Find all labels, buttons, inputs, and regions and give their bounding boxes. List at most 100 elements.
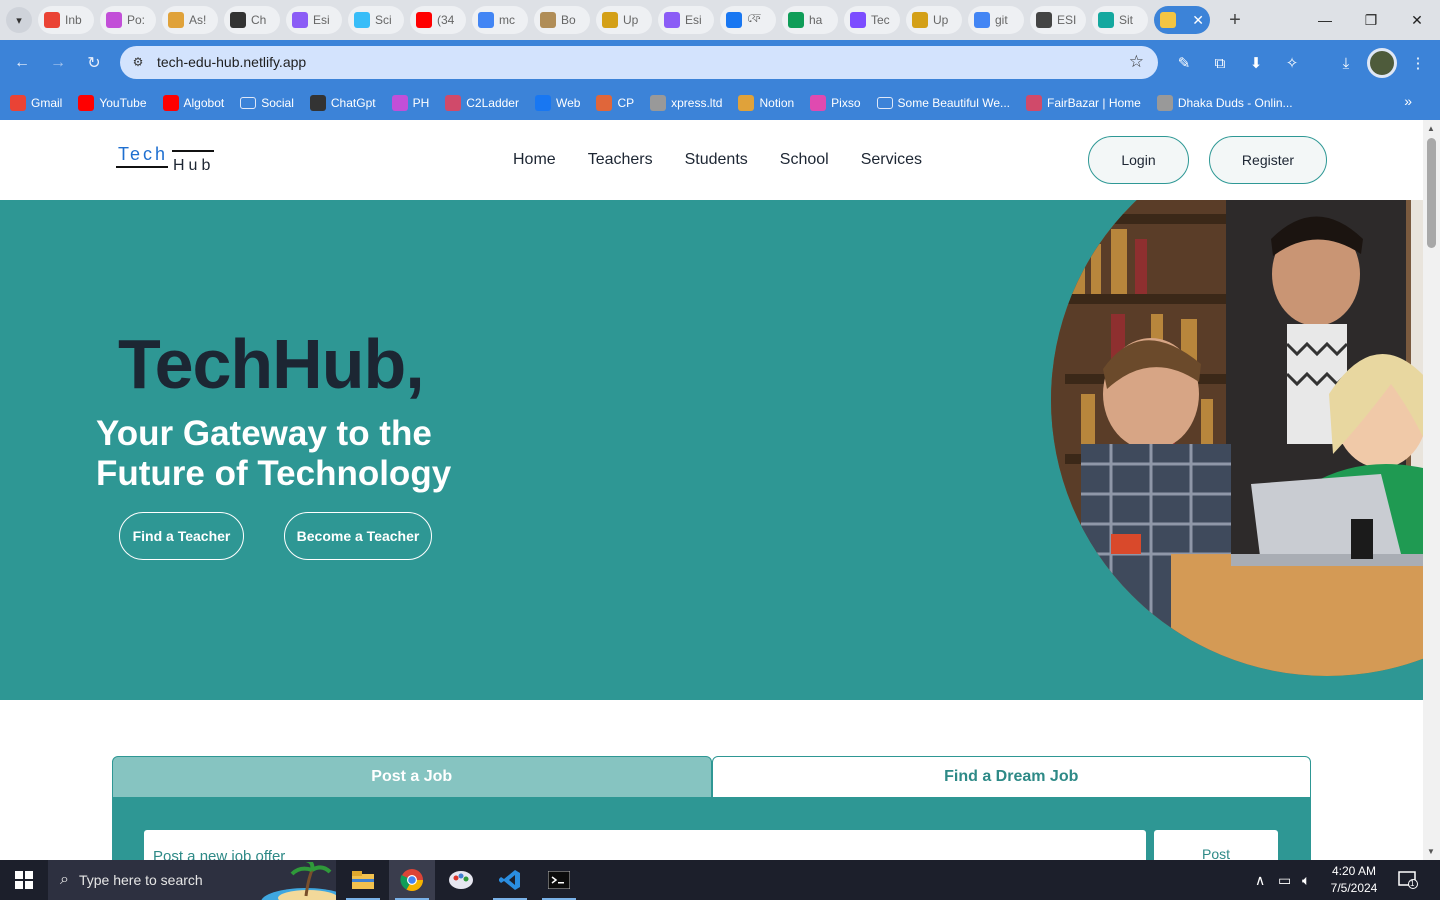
terminal-icon[interactable] <box>536 860 582 900</box>
nav-teachers[interactable]: Teachers <box>588 151 653 169</box>
minimize-button[interactable]: — <box>1302 0 1348 40</box>
close-window-button[interactable]: ✕ <box>1394 0 1440 40</box>
tab-search-chevron-icon[interactable]: ▾ <box>6 7 32 33</box>
browser-tab[interactable]: git <box>968 6 1024 34</box>
browser-tab[interactable]: Up <box>596 6 652 34</box>
post-job-button[interactable]: Post <box>1154 830 1278 860</box>
extensions-puzzle-icon[interactable]: ✧ <box>1281 52 1303 74</box>
paint-app-icon[interactable] <box>438 860 484 900</box>
browser-tab[interactable]: Po: <box>100 6 156 34</box>
restore-button[interactable]: ❐ <box>1348 0 1394 40</box>
nav-home[interactable]: Home <box>513 151 556 169</box>
close-tab-icon[interactable]: ✕ <box>1192 12 1204 29</box>
browser-tab-active[interactable]: ✕ <box>1154 6 1210 34</box>
scroll-down-icon[interactable]: ▼ <box>1427 847 1435 856</box>
techhub-logo[interactable]: Tech Hub <box>116 144 214 184</box>
new-tab-button[interactable]: + <box>1222 7 1248 33</box>
pixso-icon <box>810 94 827 111</box>
browser-tab[interactable]: Esi <box>658 6 714 34</box>
browser-tab[interactable]: Tec <box>844 6 900 34</box>
downloads-icon[interactable]: ⤓ <box>1335 52 1357 74</box>
browser-tab[interactable]: mc <box>472 6 528 34</box>
browser-tab-label: Inb <box>65 13 82 27</box>
address-url[interactable]: tech-edu-hub.netlify.app <box>157 54 306 70</box>
bookmark-label: Gmail <box>31 95 63 110</box>
site-settings-icon[interactable]: ⚙ <box>129 53 147 71</box>
google-icon <box>974 12 990 28</box>
browser-tab[interactable]: Inb <box>38 6 94 34</box>
become-teacher-button[interactable]: Become a Teacher <box>284 512 432 560</box>
translate-extension-icon[interactable]: ⧉ <box>1209 52 1231 74</box>
bookmarks-overflow-icon[interactable]: » <box>1404 93 1412 109</box>
taskbar-search-box[interactable]: ⌕ Type here to search <box>48 860 336 900</box>
tray-overflow-icon[interactable]: ∧ <box>1255 860 1265 900</box>
browser-tab[interactable]: As! <box>162 6 218 34</box>
browser-tab[interactable]: ESI <box>1030 6 1086 34</box>
browser-tab[interactable]: Esi <box>286 6 342 34</box>
bookmark-item[interactable]: Notion <box>738 94 794 111</box>
bookmark-item[interactable]: xpress.ltd <box>650 94 723 111</box>
bookmark-item[interactable]: Pixso <box>810 94 861 111</box>
bookmark-item[interactable]: Some Beautiful We... <box>876 95 1011 110</box>
search-icon: ⌕ <box>60 871 69 888</box>
browser-tab[interactable]: Bo <box>534 6 590 34</box>
browser-tab[interactable]: Up <box>906 6 962 34</box>
browser-tab[interactable]: Ch <box>224 6 280 34</box>
notification-center-icon[interactable]: 1 <box>1398 860 1418 900</box>
bookmark-item[interactable]: ChatGpt <box>309 94 376 111</box>
bookmark-item[interactable]: Social <box>240 96 294 110</box>
bookmark-item[interactable]: YouTube <box>78 94 147 111</box>
bookmark-label: PH <box>412 95 430 110</box>
hero-students-photo <box>1051 200 1423 676</box>
download-extension-icon[interactable]: ⬇ <box>1245 52 1267 74</box>
bookmark-label: Some Beautiful We... <box>897 95 1011 110</box>
login-button[interactable]: Login <box>1088 136 1189 184</box>
scrollbar-thumb[interactable] <box>1427 138 1436 248</box>
nav-services[interactable]: Services <box>861 151 922 169</box>
forward-icon[interactable]: → <box>46 51 70 75</box>
bookmark-item[interactable]: Dhaka Duds - Onlin... <box>1156 94 1293 111</box>
bookmark-item[interactable]: Gmail <box>10 94 63 111</box>
bookmark-item[interactable]: CP <box>596 94 634 111</box>
register-button[interactable]: Register <box>1209 136 1327 184</box>
vscode-icon[interactable] <box>487 860 533 900</box>
scroll-up-icon[interactable]: ▲ <box>1427 124 1435 133</box>
address-bar[interactable]: ⚙ tech-edu-hub.netlify.app ☆ <box>120 46 1158 79</box>
browser-tab[interactable]: ফে <box>720 6 776 34</box>
page-scrollbar[interactable]: ▲ ▼ <box>1423 120 1440 860</box>
browser-tab-label: git <box>995 13 1008 27</box>
job-offer-input[interactable] <box>144 830 1146 860</box>
browser-tab[interactable]: (34 <box>410 6 466 34</box>
tab-post-job[interactable]: Post a Job <box>112 756 712 798</box>
browser-tab[interactable]: Sci <box>348 6 404 34</box>
windows-start-icon[interactable] <box>0 860 48 900</box>
site-header: Tech Hub Home Teachers Students School S… <box>0 120 1423 200</box>
bookmark-item[interactable]: Web <box>534 94 580 111</box>
nav-students[interactable]: Students <box>685 151 748 169</box>
chrome-menu-icon[interactable]: ⋮ <box>1407 52 1429 74</box>
tab-find-dream-job[interactable]: Find a Dream Job <box>711 756 1311 798</box>
bookmark-item[interactable]: Algobot <box>162 94 224 111</box>
nav-school[interactable]: School <box>780 151 829 169</box>
bookmark-item[interactable]: FairBazar | Home <box>1026 94 1141 111</box>
volume-icon[interactable]: 🔈︎ <box>1302 860 1310 900</box>
bookmark-item[interactable]: C2Ladder <box>445 94 519 111</box>
browser-tab-label: Bo <box>561 13 576 27</box>
clock-date: 7/5/2024 <box>1330 881 1378 895</box>
chrome-taskbar-icon[interactable] <box>389 860 435 900</box>
bookmark-star-icon[interactable]: ☆ <box>1129 52 1144 72</box>
browser-tab[interactable]: ha <box>782 6 838 34</box>
vite-icon <box>1160 12 1176 28</box>
browser-tab[interactable]: Sit <box>1092 6 1148 34</box>
hero-subtitle: Your Gateway to the Future of Technology <box>96 414 452 493</box>
back-icon[interactable]: ← <box>10 51 34 75</box>
eyedropper-extension-icon[interactable]: ✎ <box>1173 52 1195 74</box>
profile-avatar[interactable] <box>1367 48 1397 78</box>
file-explorer-icon[interactable] <box>340 860 386 900</box>
network-icon[interactable]: ▭ <box>1278 860 1291 900</box>
find-teacher-button[interactable]: Find a Teacher <box>119 512 244 560</box>
bookmark-item[interactable]: PH <box>391 94 430 111</box>
bookmark-label: xpress.ltd <box>671 95 723 110</box>
taskbar-clock[interactable]: 4:20 AM 7/5/2024 <box>1318 863 1390 897</box>
reload-icon[interactable]: ↻ <box>82 51 106 75</box>
